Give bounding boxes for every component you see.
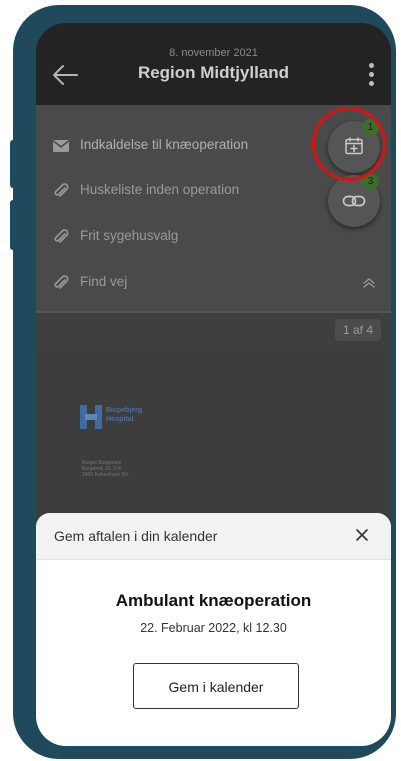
paperclip-icon: [54, 275, 69, 289]
page-indicator-bar: 1 af 4: [36, 313, 391, 349]
link-icon: [342, 195, 366, 207]
save-to-calendar-button[interactable]: Gem i kalender: [133, 663, 299, 709]
hospital-logo: [80, 405, 102, 429]
list-item-find-vej[interactable]: Find vej: [36, 260, 391, 306]
page-indicator: 1 af 4: [334, 319, 381, 341]
app-header: 8. november 2021 Region Midtjylland: [36, 23, 391, 105]
calendar-bottom-sheet: Gem aftalen i din kalender Ambulant knæo…: [36, 513, 391, 746]
more-dot-icon: [369, 72, 374, 77]
list-item-label: Indkaldelse til knæoperation: [80, 137, 249, 152]
header-title: Region Midtjylland: [137, 63, 290, 82]
header-date: 8. november 2021: [169, 47, 258, 59]
sheet-header: Gem aftalen i din kalender: [36, 513, 391, 560]
list-item-label: Find vej: [80, 274, 128, 289]
more-dot-icon: [369, 63, 374, 68]
more-menu-button[interactable]: [364, 61, 378, 89]
paperclip-icon: [54, 183, 69, 197]
event-time: 22. Februar 2022, kl 12.30: [140, 621, 287, 635]
logo-text: Bispebjerg: [106, 407, 143, 414]
list-item-label: Frit sygehusvalg: [80, 228, 179, 243]
paperclip-icon: [54, 229, 69, 243]
more-dot-icon: [369, 81, 374, 86]
list-item-label: Huskeliste inden operation: [80, 182, 240, 197]
logo-text: Hospital: [106, 416, 134, 423]
chevron-double-up-icon[interactable]: [362, 276, 376, 290]
volume-down-button: [10, 200, 18, 250]
envelope-icon: [53, 140, 69, 152]
event-title: Ambulant knæoperation: [115, 591, 312, 610]
address-line: 2400 København NV: [82, 472, 129, 478]
highlight-ring: [312, 107, 386, 181]
sheet-title: Gem aftalen i din kalender: [54, 528, 218, 544]
close-icon: [356, 529, 368, 541]
volume-up-button: [10, 140, 18, 188]
close-button[interactable]: [352, 525, 372, 545]
